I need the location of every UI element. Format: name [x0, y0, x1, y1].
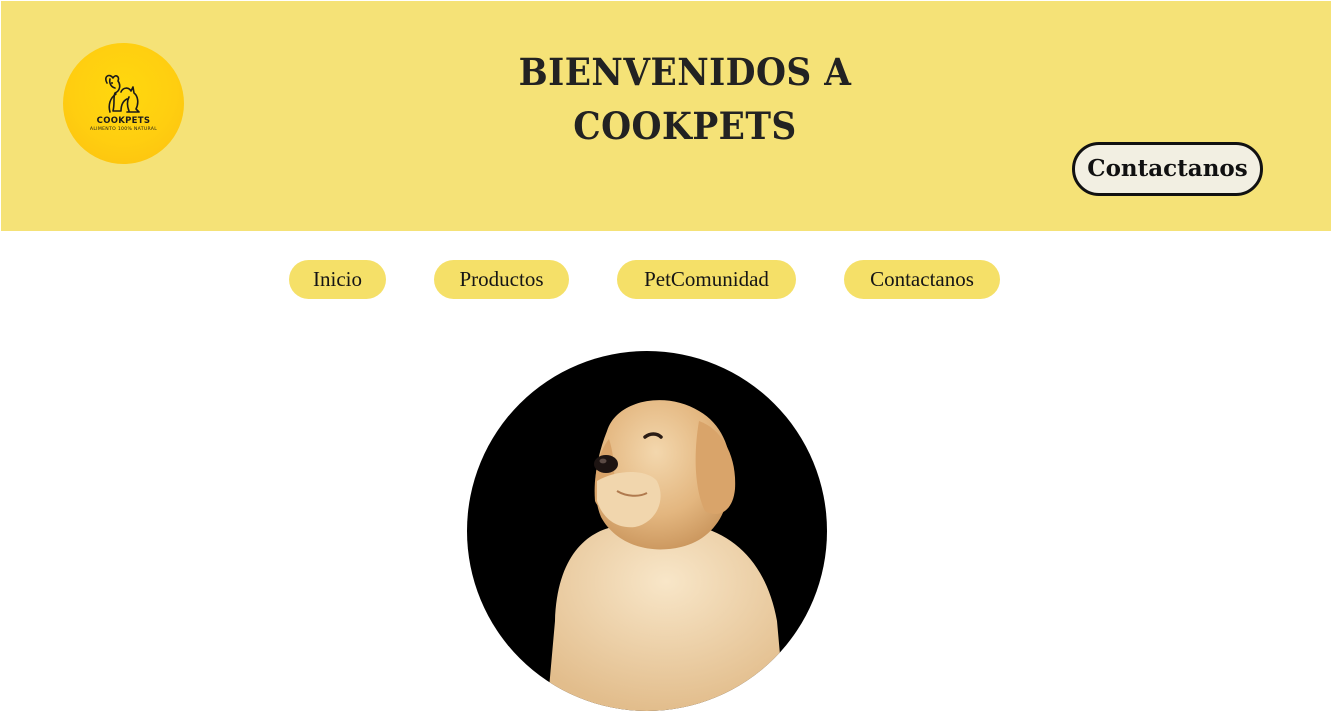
page-title: BIENVENIDOS A COOKPETS	[453, 45, 918, 153]
contact-button[interactable]: Contactanos	[1072, 142, 1263, 196]
cookpets-logo[interactable]: COOKPETS ALIMENTO 100% NATURAL	[63, 43, 184, 164]
puppy-photo	[547, 400, 785, 711]
hero-image	[467, 351, 827, 711]
nav-item-petcomunidad[interactable]: PetComunidad	[617, 260, 796, 299]
dog-cat-outline-icon	[105, 74, 140, 113]
nav-item-productos[interactable]: Productos	[434, 260, 569, 299]
main-nav: Inicio Productos PetComunidad Contactano…	[0, 260, 1332, 299]
logo-name: COOKPETS	[96, 116, 151, 126]
nav-item-contactanos[interactable]: Contactanos	[844, 260, 1000, 299]
logo-tagline: ALIMENTO 100% NATURAL	[89, 127, 158, 132]
page-title-line-2: COOKPETS	[573, 104, 797, 148]
page-title-line-1: BIENVENIDOS A	[518, 50, 852, 94]
nav-item-inicio[interactable]: Inicio	[289, 260, 386, 299]
site-header: COOKPETS ALIMENTO 100% NATURAL BIENVENID…	[1, 1, 1331, 231]
